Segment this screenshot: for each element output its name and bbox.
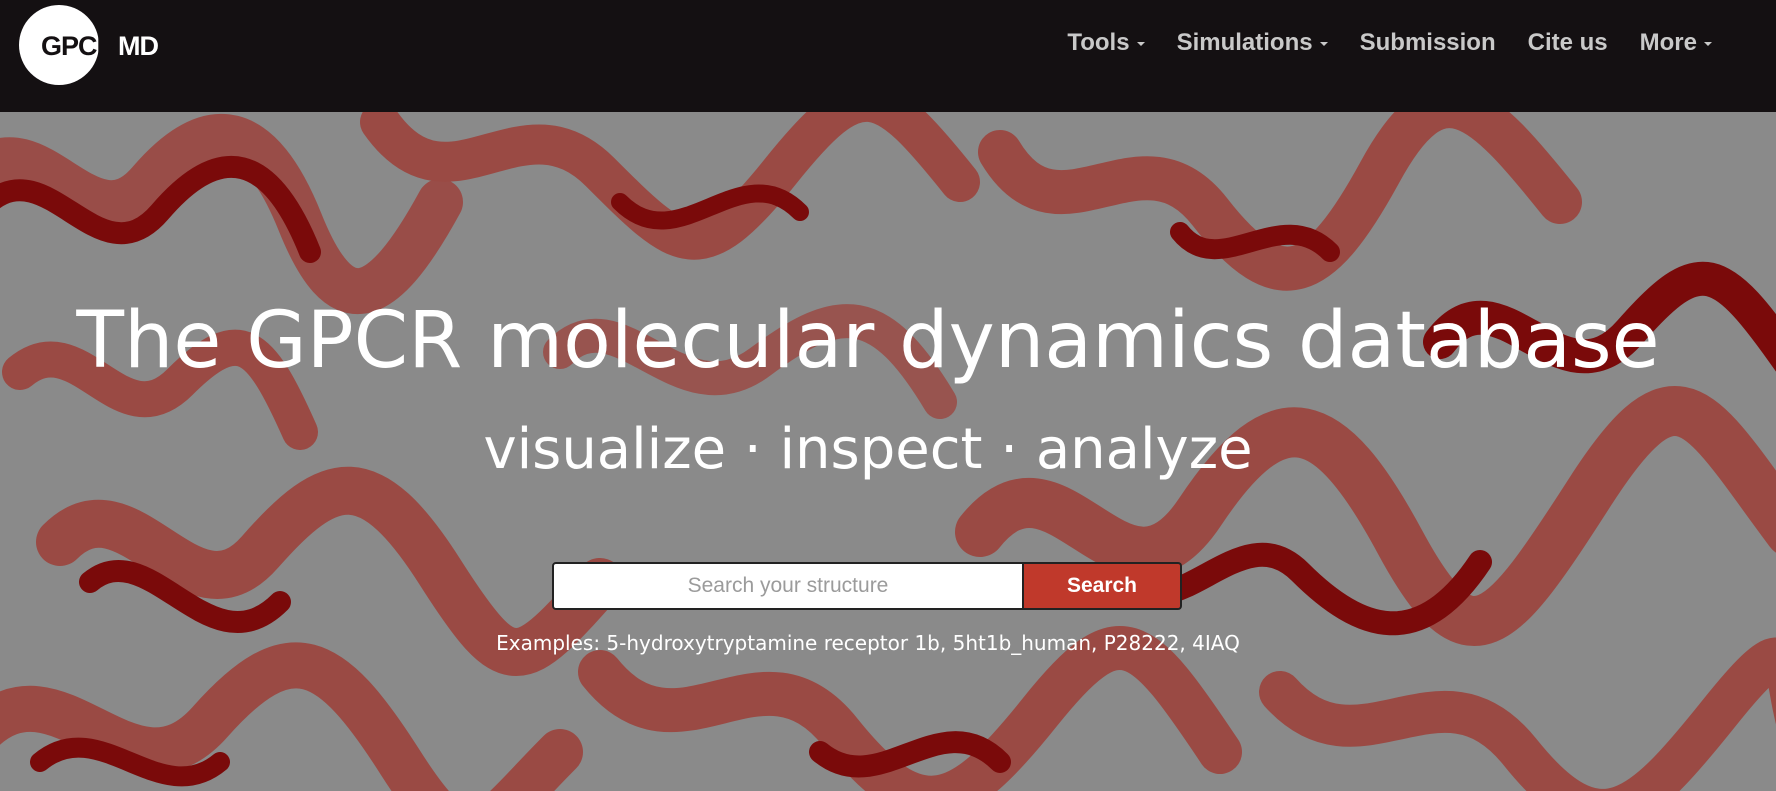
logo-text-gpcr: GPCR (41, 31, 116, 61)
search-input[interactable] (552, 562, 1024, 610)
nav-item-simulations-label: Simulations (1176, 29, 1313, 56)
nav-item-more-label: More (1639, 29, 1697, 56)
hero-title: The GPCR molecular dynamics database (76, 296, 1660, 386)
search-form: Search (552, 562, 1182, 610)
hero-section: The GPCR molecular dynamics database vis… (0, 112, 1776, 791)
hero-subtitle: visualize · inspect · analyze (483, 417, 1253, 482)
logo-text-md: MD (118, 31, 159, 61)
search-examples: Examples: 5-hydroxytryptamine receptor 1… (496, 631, 1240, 655)
caret-down-icon (1319, 42, 1328, 46)
caret-down-icon (1704, 42, 1712, 46)
nav-item-cite-us-label: Cite us (1527, 29, 1608, 56)
nav-item-tools[interactable]: Tools (1051, 29, 1160, 57)
search-button[interactable]: Search (1024, 562, 1182, 610)
nav-menu: Tools Simulations Submission Cite us Mor… (1051, 0, 1728, 86)
nav-item-simulations[interactable]: Simulations (1161, 29, 1344, 57)
nav-item-more[interactable]: More (1624, 29, 1728, 57)
navbar: GPCR MD Tools Simulations Submission Cite… (0, 0, 1776, 112)
hero-content: The GPCR molecular dynamics database vis… (0, 112, 1776, 791)
caret-down-icon (1136, 42, 1145, 46)
nav-item-tools-label: Tools (1067, 29, 1130, 56)
gpcrmd-logo[interactable]: GPCR MD (19, 5, 159, 85)
nav-item-submission-label: Submission (1359, 29, 1496, 56)
nav-item-cite-us[interactable]: Cite us (1512, 29, 1624, 57)
logo-text: GPCR MD (41, 31, 159, 61)
nav-item-submission[interactable]: Submission (1344, 29, 1512, 57)
